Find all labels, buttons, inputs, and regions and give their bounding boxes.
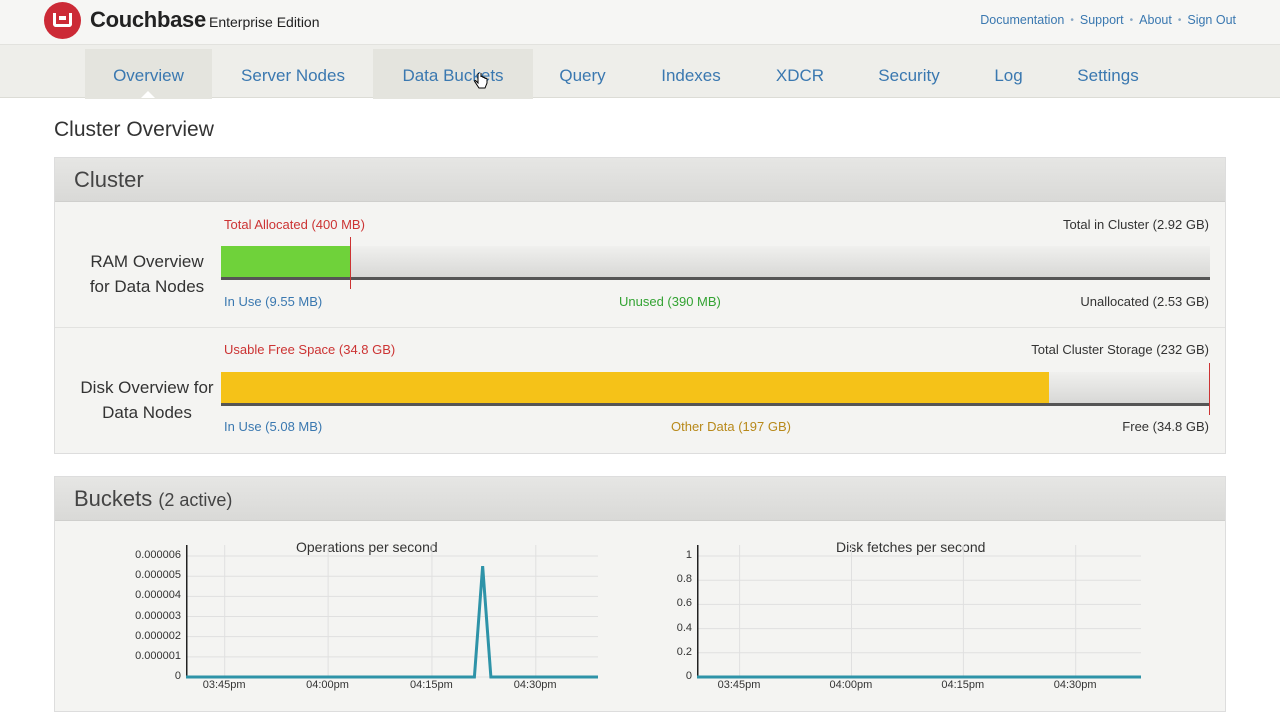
x-tick-label: 03:45pm <box>202 679 246 691</box>
ram-used-fill <box>221 246 351 277</box>
support-link[interactable]: Support <box>1080 13 1124 27</box>
brand-name: Couchbase <box>90 7 206 32</box>
y-tick-label: 0.6 <box>676 597 692 610</box>
documentation-link[interactable]: Documentation <box>980 13 1064 27</box>
y-tick-label: 0.000004 <box>135 589 181 602</box>
link-separator: • <box>1177 14 1182 26</box>
ram-total-in-cluster: Total in Cluster (2.92 GB) <box>1063 217 1209 232</box>
disk-in-use: In Use (5.08 MB) <box>224 419 323 434</box>
disk-other-data: Other Data (197 GB) <box>671 419 791 434</box>
disk-free-marker <box>1209 363 1210 415</box>
cluster-panel-title: Cluster <box>55 158 1225 202</box>
cluster-panel: Cluster RAM Overview for Data Nodes Tota… <box>54 157 1226 454</box>
buckets-title: Buckets <box>74 486 153 511</box>
x-tick-label: 03:45pm <box>717 679 761 691</box>
sign-out-link[interactable]: Sign Out <box>1187 13 1236 27</box>
x-tick-label: 04:15pm <box>941 679 985 691</box>
active-tab-caret <box>141 91 155 98</box>
buckets-panel-title: Buckets (2 active) <box>55 477 1225 521</box>
hand-cursor-icon <box>474 73 488 89</box>
about-link[interactable]: About <box>1139 13 1172 27</box>
ram-unallocated: Unallocated (2.53 GB) <box>1080 294 1209 309</box>
tab-settings[interactable]: Settings <box>1064 49 1152 99</box>
tab-query[interactable]: Query <box>545 49 620 99</box>
y-tick-label: 0.000001 <box>135 649 181 662</box>
x-tick-label: 04:00pm <box>306 679 349 691</box>
disk-usage-bar <box>221 372 1210 406</box>
disk-free: Free (34.8 GB) <box>1122 419 1209 434</box>
top-header: Couchbase Enterprise Edition Documentati… <box>0 0 1280 44</box>
disk-usable-free-space: Usable Free Space (34.8 GB) <box>224 342 396 357</box>
y-tick-label: 0.4 <box>676 621 692 634</box>
x-tick-label: 04:15pm <box>409 679 453 691</box>
y-tick-label: 0.000005 <box>135 569 181 582</box>
ops-per-second-chart <box>186 545 598 679</box>
x-tick-label: 04:00pm <box>829 679 873 691</box>
ram-label-line2: for Data Nodes <box>89 277 205 296</box>
tab-xdcr[interactable]: XDCR <box>762 49 838 99</box>
y-tick-label: 0.000003 <box>135 609 181 622</box>
tab-security[interactable]: Security <box>866 49 952 99</box>
x-tick-label: 04:30pm <box>513 679 557 691</box>
edition-label: Enterprise Edition <box>209 14 320 30</box>
ram-overview-label: RAM Overview for Data Nodes <box>77 249 217 299</box>
tab-log[interactable]: Log <box>981 49 1036 99</box>
tab-indexes[interactable]: Indexes <box>647 49 735 99</box>
y-tick-label: 0.000002 <box>135 629 181 642</box>
x-tick-label: 04:30pm <box>1053 679 1097 691</box>
ram-in-use: In Use (9.55 MB) <box>224 294 323 309</box>
row-divider <box>55 327 1225 328</box>
top-links: Documentation • Support • About • Sign O… <box>980 13 1236 27</box>
y-tick-label: 0 <box>685 670 692 682</box>
link-separator: • <box>1129 14 1134 26</box>
ram-total-allocated: Total Allocated (400 MB) <box>224 217 365 232</box>
ram-allocated-marker <box>349 237 351 289</box>
couchbase-logo-icon <box>44 2 81 39</box>
tab-server-nodes[interactable]: Server Nodes <box>224 49 362 99</box>
disk-overview-label: Disk Overview for Data Nodes <box>73 375 221 425</box>
y-tick-label: 0.8 <box>676 573 692 586</box>
y-tick-label: 0.000006 <box>135 549 181 562</box>
disk-total-storage: Total Cluster Storage (232 GB) <box>1031 342 1209 357</box>
page-title: Cluster Overview <box>54 118 214 141</box>
y-tick-label: 0 <box>174 670 181 682</box>
y-tick-label: 0.2 <box>676 645 692 658</box>
tab-data-buckets[interactable]: Data Buckets <box>373 49 533 99</box>
buckets-active-count: (2 active) <box>158 490 233 510</box>
y-tick-label: 1 <box>685 549 692 562</box>
ram-usage-bar <box>221 246 1210 280</box>
disk-fetches-chart <box>697 545 1141 679</box>
disk-label-line1: Disk Overview for <box>80 378 214 397</box>
ram-unused: Unused (390 MB) <box>619 294 721 309</box>
link-separator: • <box>1070 14 1074 26</box>
main-nav: Overview Server Nodes Data Buckets Query… <box>0 44 1280 99</box>
disk-label-line2: Data Nodes <box>102 403 192 422</box>
disk-used-fill <box>221 372 1049 403</box>
ram-label-line1: RAM Overview <box>90 252 204 271</box>
